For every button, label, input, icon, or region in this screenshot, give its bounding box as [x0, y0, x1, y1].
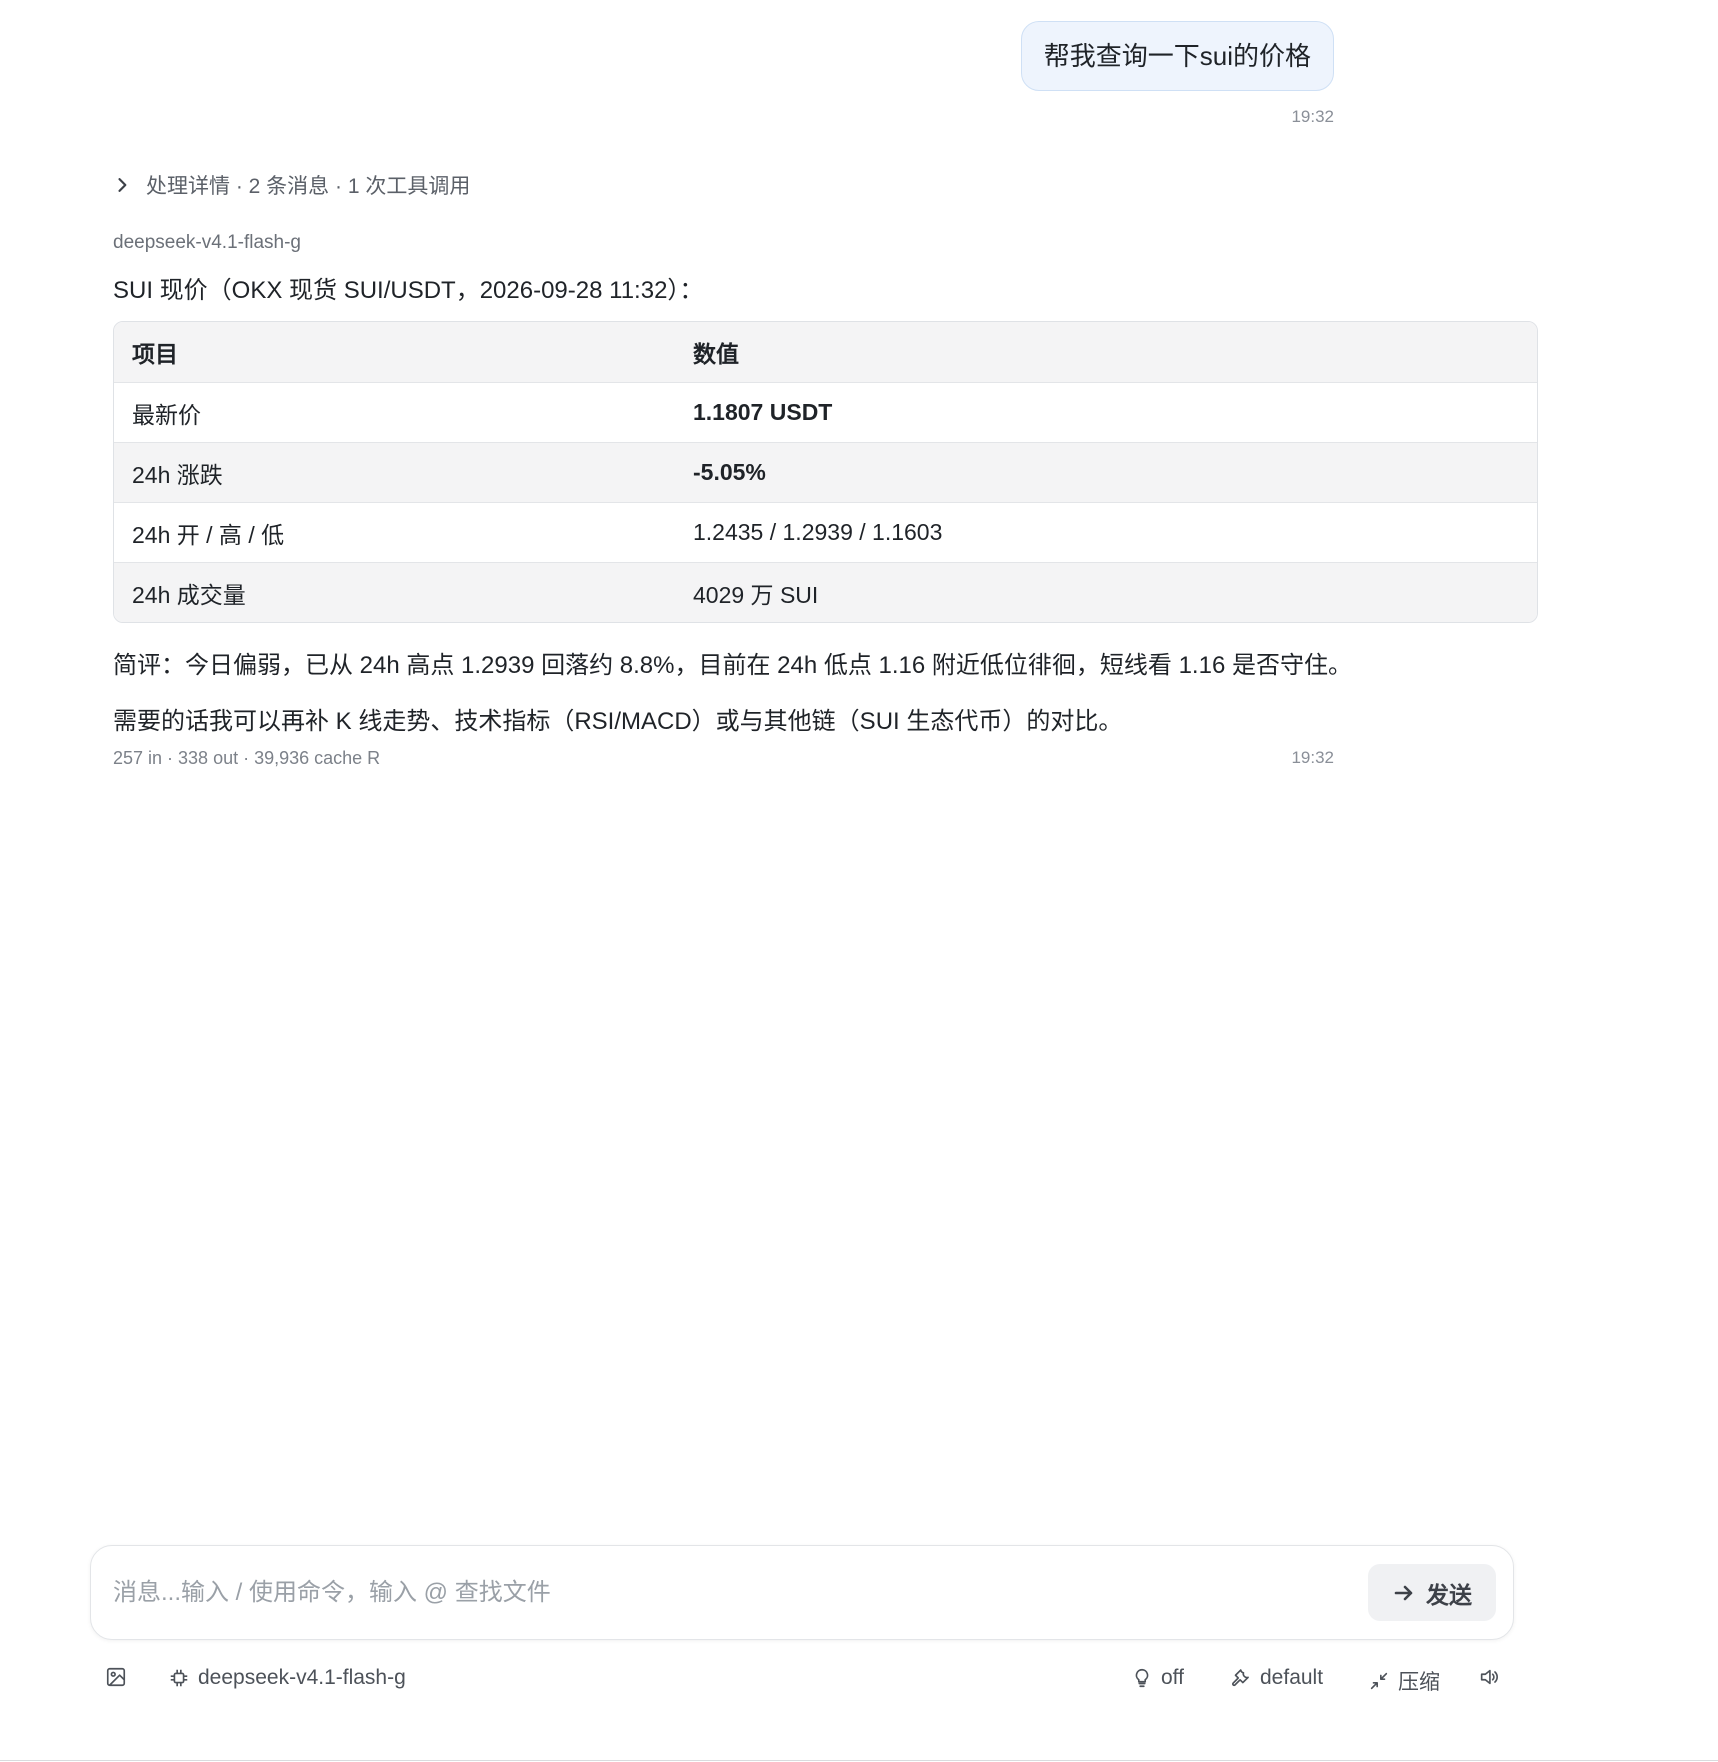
table-cell-label: 24h 成交量	[132, 581, 246, 608]
processing-details-toggle[interactable]: 处理详情 · 2 条消息 · 1 次工具调用	[112, 170, 470, 200]
table-cell-label: 24h 涨跌	[132, 461, 223, 488]
table-cell-value: 4029 万 SUI	[693, 581, 819, 608]
arrow-right-icon	[1394, 1585, 1413, 1600]
thinking-toggle[interactable]: off	[1131, 1666, 1184, 1690]
user-message-time: 19:32	[1291, 107, 1334, 126]
assistant-followup: 需要的话我可以再补 K 线走势、技术指标（RSI/MACD）或与其他链（SUI …	[113, 708, 1123, 735]
speaker-button[interactable]	[1478, 1666, 1500, 1688]
tools-selector[interactable]: default	[1230, 1666, 1323, 1690]
send-button-label: 发送	[1426, 1581, 1472, 1608]
thinking-toggle-label: off	[1161, 1666, 1184, 1689]
speaker-icon	[1480, 1669, 1498, 1685]
chat-page: 帮我查询一下sui的价格 19:32 处理详情 · 2 条消息 · 1 次工具调…	[0, 0, 1718, 1762]
compress-button[interactable]: 压缩	[1368, 1666, 1440, 1696]
table-header-row: 项目 数值	[114, 322, 1537, 382]
assistant-intro: SUI 现价（OKX 现货 SUI/USDT，2026-09-28 11:32）…	[113, 277, 704, 304]
attach-image-button[interactable]	[105, 1666, 127, 1688]
table-row: 24h 成交量 4029 万 SUI	[114, 562, 1537, 622]
table-header-item: 项目	[132, 341, 178, 367]
assistant-message-time: 19:32	[1291, 748, 1334, 767]
table-row: 最新价 1.1807 USDT	[114, 382, 1537, 442]
user-message-bubble: 帮我查询一下sui的价格	[1020, 21, 1334, 91]
token-usage: 257 in · 338 out · 39,936 cache R	[113, 748, 381, 768]
message-composer: 发送	[90, 1545, 1514, 1640]
user-message-text: 帮我查询一下sui的价格	[1043, 41, 1311, 71]
table-row: 24h 涨跌 -5.05%	[114, 442, 1537, 502]
image-icon	[106, 1667, 126, 1687]
message-input[interactable]	[113, 1568, 1433, 1618]
send-button[interactable]: 发送	[1368, 1564, 1496, 1621]
table-cell-value: 1.1807 USDT	[693, 399, 833, 425]
compress-button-label: 压缩	[1398, 1671, 1440, 1694]
table-cell-label: 最新价	[132, 401, 201, 428]
wrench-icon	[1232, 1669, 1249, 1687]
table-header-value: 数值	[693, 341, 739, 367]
processing-details-label: 处理详情 · 2 条消息 · 1 次工具调用	[146, 175, 471, 198]
table-cell-value: 1.2435 / 1.2939 / 1.1603	[693, 519, 943, 545]
lightbulb-icon	[1135, 1668, 1149, 1688]
table-cell-label: 24h 开 / 高 / 低	[132, 521, 285, 548]
tools-selector-label: default	[1260, 1666, 1324, 1689]
model-selector-label: deepseek-v4.1-flash-g	[198, 1666, 406, 1689]
table-cell-value: -5.05%	[693, 459, 766, 485]
chevron-right-icon	[118, 178, 127, 192]
model-selector[interactable]: deepseek-v4.1-flash-g	[168, 1666, 406, 1690]
divider	[0, 1760, 1718, 1761]
chip-icon	[170, 1669, 188, 1687]
minimize-icon	[1370, 1672, 1388, 1690]
assistant-comment: 简评：今日偏弱，已从 24h 高点 1.2939 回落约 8.8%，目前在 24…	[113, 652, 1352, 679]
price-table: 项目 数值 最新价 1.1807 USDT 24h 涨跌 -5.05% 24h …	[113, 321, 1538, 623]
assistant-model-label: deepseek-v4.1-flash-g	[113, 232, 301, 253]
table-row: 24h 开 / 高 / 低 1.2435 / 1.2939 / 1.1603	[114, 502, 1537, 562]
